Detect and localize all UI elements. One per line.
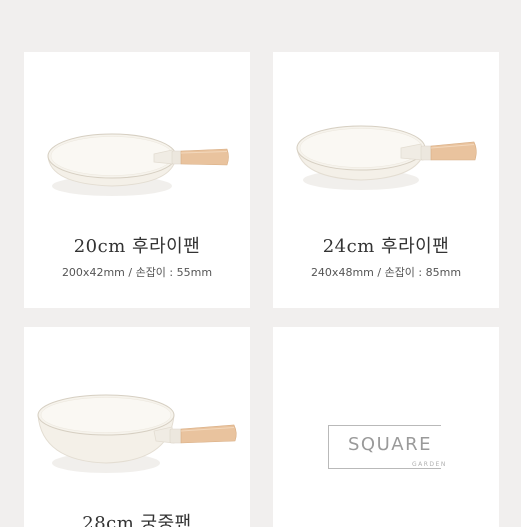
product-title: 24cm 후라이팬 <box>322 236 450 257</box>
product-title: 28cm 궁중팬 <box>82 513 192 527</box>
brand-subname: GARDEN <box>412 461 447 468</box>
product-title: 20cm 후라이팬 <box>73 236 201 257</box>
wok-pan-image <box>37 394 237 473</box>
product-spec: 240x48mm / 손잡이 : 85mm <box>310 266 462 279</box>
brand-name: SQUARE <box>348 434 432 455</box>
frying-pan-image <box>47 133 229 196</box>
product-spec: 200x42mm / 손잡이 : 55mm <box>61 266 213 279</box>
brand-logo: SQUARE GARDEN <box>328 425 446 471</box>
product-card[interactable]: 24cm 후라이팬 240x48mm / 손잡이 : 85mm <box>273 52 499 308</box>
product-card[interactable]: 28cm 궁중팬 <box>24 327 250 527</box>
product-card[interactable]: 20cm 후라이팬 200x42mm / 손잡이 : 55mm <box>24 52 250 308</box>
brand-card: SQUARE GARDEN <box>273 327 499 527</box>
frying-pan-image <box>296 125 477 190</box>
